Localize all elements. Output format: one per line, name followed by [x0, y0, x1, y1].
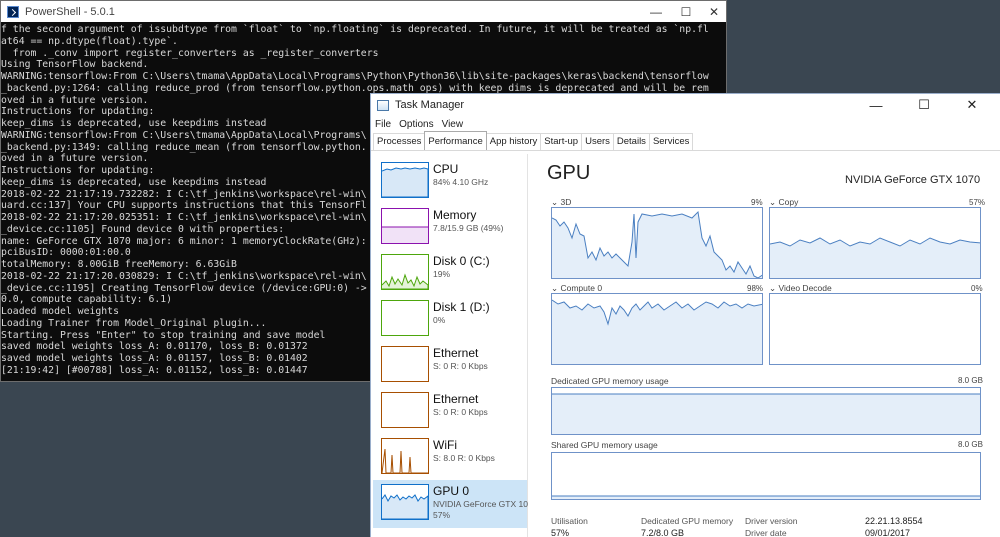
stat-utilisation-label: Utilisation — [551, 516, 588, 526]
sidebar-item-disk-0[interactable]: Disk 0 (C:) 19% — [373, 250, 527, 298]
ethernet-2-thumbnail-graph — [381, 392, 429, 428]
stat-driver-date-label: Driver date — [745, 528, 787, 537]
sidebar-item-label: Disk 1 (D:) — [433, 300, 490, 314]
sidebar-item-detail: S: 0 R: 0 Kbps — [433, 361, 488, 371]
graph-3d-percent: 9% — [751, 198, 763, 207]
sidebar-item-label: Ethernet — [433, 346, 479, 360]
sidebar-item-label: WiFi — [433, 438, 457, 452]
task-manager-close-button[interactable]: ✕ — [949, 94, 995, 116]
tab-bar: Processes Performance App history Start-… — [371, 131, 1000, 151]
cpu-thumbnail-graph — [381, 162, 429, 198]
graph-dedicated-memory-max: 8.0 GB — [958, 376, 983, 385]
sidebar-item-gpu-0[interactable]: GPU 0 NVIDIA GeForce GTX 10 57% — [373, 480, 528, 528]
console-line: at64 == np.dtype(float).type`. — [1, 35, 178, 47]
task-manager-title: Task Manager — [395, 99, 465, 111]
disk-1-thumbnail-graph — [381, 300, 429, 336]
sidebar-item-ethernet-1[interactable]: Ethernet S: 0 R: 0 Kbps — [373, 342, 527, 390]
sidebar-item-cpu[interactable]: CPU 84% 4.10 GHz — [373, 158, 527, 206]
powershell-maximize-button[interactable]: ☐ — [671, 1, 701, 22]
graph-shared-memory — [551, 452, 981, 500]
sidebar-item-memory[interactable]: Memory 7.8/15.9 GB (49%) — [373, 204, 527, 252]
tab-performance[interactable]: Performance — [424, 131, 487, 150]
task-manager-titlebar[interactable]: Task Manager — ☐ ✕ — [371, 94, 1000, 116]
stat-driver-date-value: 09/01/2017 — [865, 528, 911, 537]
memory-thumbnail-graph — [381, 208, 429, 244]
tab-app-history[interactable]: App history — [485, 133, 542, 150]
menu-view[interactable]: View — [442, 119, 464, 130]
sidebar-item-detail: 84% 4.10 GHz — [433, 177, 489, 187]
sidebar-item-detail: 0% — [433, 315, 446, 325]
task-manager-window[interactable]: Task Manager — ☐ ✕ File Options View Pro… — [370, 93, 1000, 537]
task-manager-minimize-button[interactable]: — — [853, 94, 899, 116]
sidebar-item-disk-1[interactable]: Disk 1 (D:) 0% — [373, 296, 527, 344]
gpu-model-name: NVIDIA GeForce GTX 1070 — [845, 174, 981, 186]
wifi-thumbnail-graph — [381, 438, 429, 474]
sidebar-item-detail-percent: 57% — [433, 510, 451, 520]
gpu-0-thumbnail-graph — [381, 484, 429, 520]
graph-video-decode-percent: 0% — [971, 284, 983, 293]
sidebar-item-detail: 7.8/15.9 GB (49%) — [433, 223, 504, 233]
sidebar-item-wifi[interactable]: WiFi S: 8.0 R: 0 Kbps — [373, 434, 527, 482]
stat-dedicated-memory-label: Dedicated GPU memory — [641, 516, 734, 526]
powershell-close-button[interactable]: ✕ — [699, 1, 729, 22]
performance-sidebar: CPU 84% 4.10 GHz Memory 7.8/15.9 GB (49%… — [371, 154, 528, 537]
menu-options[interactable]: Options — [399, 119, 433, 130]
ethernet-1-thumbnail-graph — [381, 346, 429, 382]
graph-shared-memory-label: Shared GPU memory usage — [551, 440, 658, 450]
console-line: f the second argument of issubdtype from… — [1, 24, 709, 35]
powershell-minimize-button[interactable]: — — [641, 1, 671, 22]
graph-video-decode — [769, 293, 981, 365]
stat-driver-version-value: 22.21.13.8554 — [865, 516, 923, 526]
sidebar-item-detail: NVIDIA GeForce GTX 10 — [433, 499, 528, 509]
sidebar-item-detail: 19% — [433, 269, 451, 279]
disk-0-thumbnail-graph — [381, 254, 429, 290]
tab-start-up[interactable]: Start-up — [540, 133, 583, 150]
sidebar-item-detail: S: 0 R: 0 Kbps — [433, 407, 488, 417]
graph-dedicated-memory — [551, 387, 981, 435]
powershell-titlebar[interactable]: PowerShell - 5.0.1 — ☐ ✕ — [1, 1, 726, 22]
console-line: WARNING:tensorflow:From C:\Users\tmama\A… — [1, 71, 709, 82]
sidebar-item-label: Memory — [433, 208, 477, 222]
gpu-detail-pane: GPU NVIDIA GeForce GTX 1070 ⌄ 3D 9% ⌄ Co… — [533, 154, 1000, 537]
graph-shared-memory-max: 8.0 GB — [958, 440, 983, 449]
powershell-icon — [7, 5, 19, 18]
sidebar-item-detail: S: 8.0 R: 0 Kbps — [433, 453, 495, 463]
tab-details[interactable]: Details — [612, 133, 650, 150]
gpu-heading: GPU — [547, 162, 591, 184]
sidebar-item-label: CPU — [433, 162, 459, 176]
sidebar-item-label: Disk 0 (C:) — [433, 254, 490, 268]
powershell-title: PowerShell - 5.0.1 — [25, 5, 115, 18]
tab-services[interactable]: Services — [648, 133, 694, 150]
menu-file[interactable]: File — [375, 119, 391, 130]
console-line: from ._conv import register_converters a… — [1, 47, 379, 59]
graph-dedicated-memory-label: Dedicated GPU memory usage — [551, 376, 669, 386]
menu-bar: File Options View — [371, 116, 1000, 132]
graph-3d — [551, 207, 763, 279]
graph-copy — [769, 207, 981, 279]
task-manager-maximize-button[interactable]: ☐ — [901, 94, 947, 116]
graph-copy-percent: 57% — [969, 198, 986, 207]
console-line: Using TensorFlow backend. — [1, 59, 149, 71]
stat-driver-version-label: Driver version — [745, 516, 798, 526]
sidebar-item-label: Ethernet — [433, 392, 479, 406]
sidebar-item-ethernet-2[interactable]: Ethernet S: 0 R: 0 Kbps — [373, 388, 527, 436]
tab-users[interactable]: Users — [581, 133, 614, 150]
sidebar-item-label: GPU 0 — [433, 484, 470, 498]
graph-compute — [551, 293, 763, 365]
graph-compute-percent: 98% — [747, 284, 764, 293]
tab-processes[interactable]: Processes — [373, 133, 426, 150]
stat-utilisation-value: 57% — [551, 528, 570, 537]
stat-dedicated-memory-value: 7.2/8.0 GB — [641, 528, 685, 537]
task-manager-icon — [377, 99, 389, 111]
